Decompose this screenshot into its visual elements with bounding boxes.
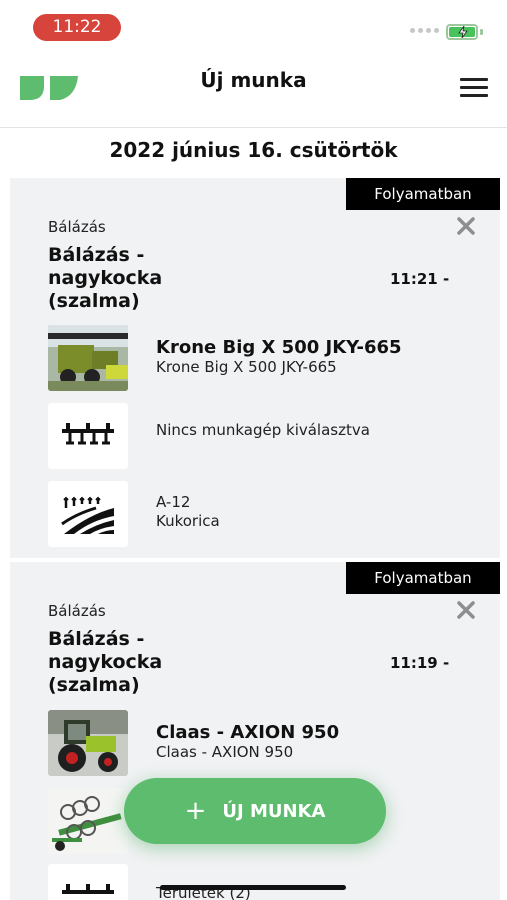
cultivator-photo: [48, 788, 128, 854]
plus-icon: +: [184, 796, 207, 826]
job-name: Bálázás - nagykocka (szalma): [48, 628, 163, 696]
field-row[interactable]: A-12 Kukorica: [48, 481, 488, 547]
page-title: Új munka: [200, 68, 307, 92]
home-indicator[interactable]: [160, 885, 346, 890]
battery-tip: [480, 29, 483, 35]
status-time: 11:22: [33, 14, 121, 41]
signal-icon: [410, 28, 439, 33]
field-row[interactable]: Területek (2): [48, 864, 488, 900]
implement-row[interactable]: Nincs munkagép kiválasztva: [48, 403, 488, 469]
job-category: Bálázás: [48, 218, 106, 236]
job-card[interactable]: Folyamatban Bálázás Bálázás - nagykocka …: [10, 178, 500, 558]
date-heading: 2022 június 16. csütörtök: [109, 138, 398, 162]
new-job-label: ÚJ MUNKA: [222, 800, 326, 822]
job-time: 11:19 -: [390, 654, 450, 672]
close-icon[interactable]: [456, 600, 476, 620]
implement-text: Nincs munkagép kiválasztva: [156, 421, 370, 439]
harvester-photo: [48, 325, 128, 391]
field-info: A-12 Kukorica: [156, 493, 220, 531]
machine-info: Claas - AXION 950 Claas - AXION 950: [156, 722, 339, 762]
job-card[interactable]: Folyamatban Bálázás Bálázás - nagykocka …: [10, 562, 500, 900]
machine-row[interactable]: Claas - AXION 950 Claas - AXION 950: [48, 710, 488, 776]
implement-icon: [48, 403, 128, 469]
status-bar: 11:22: [0, 0, 507, 50]
status-badge: Folyamatban: [346, 562, 500, 594]
field-name: A-12: [156, 493, 191, 511]
close-icon[interactable]: [456, 216, 476, 236]
machine-row[interactable]: Krone Big X 500 JKY-665 Krone Big X 500 …: [48, 325, 488, 391]
machine-subtitle: Claas - AXION 950: [156, 743, 294, 761]
field-icon: [48, 481, 128, 547]
job-time: 11:21 -: [390, 270, 450, 288]
menu-icon[interactable]: [460, 78, 488, 98]
job-name: Bálázás - nagykocka (szalma): [48, 244, 163, 312]
app-header: Új munka: [0, 50, 507, 128]
implement-info: Nincs munkagép kiválasztva: [156, 421, 370, 440]
implement-icon: [48, 864, 128, 900]
machine-info: Krone Big X 500 JKY-665 Krone Big X 500 …: [156, 337, 402, 377]
status-badge: Folyamatban: [346, 178, 500, 210]
new-job-button[interactable]: + ÚJ MUNKA: [124, 778, 386, 844]
battery-icon: [446, 24, 478, 40]
job-category: Bálázás: [48, 602, 106, 620]
field-crop: Kukorica: [156, 512, 220, 530]
tractor-photo: [48, 710, 128, 776]
machine-title: Krone Big X 500 JKY-665: [156, 337, 402, 358]
machine-title: Claas - AXION 950: [156, 722, 340, 743]
machine-subtitle: Krone Big X 500 JKY-665: [156, 358, 337, 376]
